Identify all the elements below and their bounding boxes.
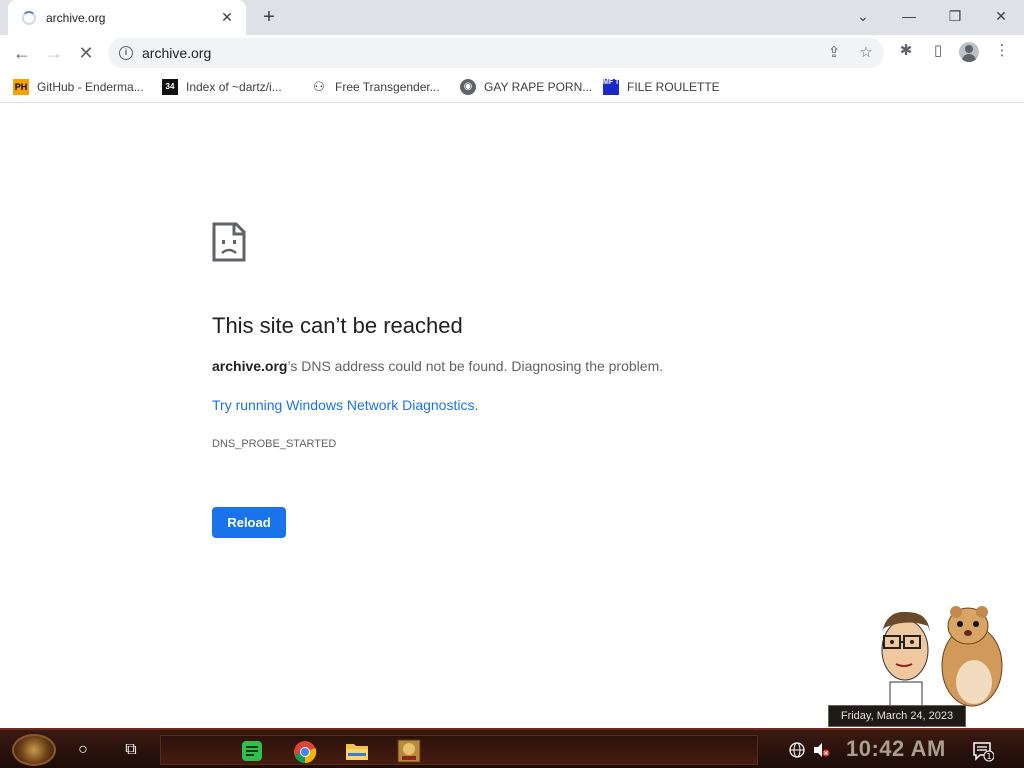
stop-loading-button[interactable]: ✕ (72, 39, 100, 67)
tab-strip: archive.org ✕ + ⌄ — ❐ ✕ (0, 0, 1024, 35)
menu-icon[interactable]: ⋮ (990, 39, 1014, 63)
sad-page-icon (212, 222, 246, 262)
volume-muted-icon[interactable] (812, 742, 830, 758)
link-suffix: . (474, 397, 479, 413)
index-icon: 34 (162, 79, 178, 95)
bookmark-label: FILE ROULETTE (627, 80, 720, 94)
file-explorer-icon[interactable] (345, 741, 369, 761)
file-roulette-icon: MF T (603, 79, 619, 95)
profile-avatar-icon[interactable] (959, 42, 979, 62)
network-diagnostics-link[interactable]: Try running Windows Network Diagnostics (212, 397, 474, 413)
ph-icon: PH (13, 79, 29, 95)
search-icon[interactable]: ○ (70, 738, 96, 762)
screen: archive.org ✕ + ⌄ — ❐ ✕ ← → ✕ i archive.… (0, 0, 1024, 768)
side-panel-icon[interactable]: ▯ (926, 39, 950, 63)
reload-button[interactable]: Reload (212, 507, 286, 538)
network-globe-icon[interactable] (789, 742, 805, 758)
taskbar-apps (160, 735, 758, 765)
notifications-icon[interactable]: 1 (972, 740, 994, 762)
bookmark-label: Free Transgender... (335, 80, 440, 94)
tab-title: archive.org (46, 10, 106, 25)
error-host: archive.org (212, 358, 288, 374)
bookmark-index[interactable]: 34 Index of ~dartz/i... (162, 77, 282, 97)
task-view-icon[interactable]: ⧉ (118, 738, 144, 762)
restore-button[interactable]: ❐ (935, 4, 975, 28)
new-tab-button[interactable]: + (256, 6, 282, 30)
url-text[interactable]: archive.org (142, 45, 211, 61)
bookmark-transgender[interactable]: ⚇ Free Transgender... (311, 77, 440, 97)
error-code: DNS_PROBE_STARTED (212, 438, 337, 450)
diagnostics-suggestion: Try running Windows Network Diagnostics. (212, 397, 478, 413)
error-title: This site can’t be reached (212, 313, 463, 338)
date-tooltip: Friday, March 24, 2023 (828, 705, 966, 727)
tab-close-icon[interactable]: ✕ (218, 9, 236, 26)
globe-icon: ◉ (460, 79, 476, 95)
browser-toolbar: ← → ✕ i archive.org ⇪ ☆ (0, 35, 1024, 71)
bookmarks-bar: PH GitHub - Enderma... 34 Index of ~dart… (0, 71, 1024, 103)
tab-search-button[interactable]: ⌄ (843, 4, 883, 28)
notification-count: 1 (986, 752, 991, 761)
site-info-icon[interactable]: i (119, 46, 133, 60)
tab-archive[interactable]: archive.org ✕ (8, 0, 246, 35)
bookmark-label: GitHub - Enderma... (37, 80, 144, 94)
notes-app-icon[interactable] (241, 740, 263, 762)
window-close-button[interactable]: ✕ (981, 4, 1021, 28)
desktop-mascots-image (881, 606, 1003, 710)
bookmark-label: GAY RAPE PORN... (484, 80, 593, 94)
clock[interactable]: 10:42 AM (846, 736, 946, 762)
bookmark-file-roulette[interactable]: MF T FILE ROULETTE (603, 77, 720, 97)
bookmark-globe[interactable]: ◉ GAY RAPE PORN... (460, 77, 592, 97)
start-button[interactable] (12, 734, 56, 766)
game-app-icon[interactable] (397, 739, 421, 763)
minimize-button[interactable]: — (889, 4, 929, 28)
chrome-icon[interactable] (293, 740, 317, 764)
bookmark-github[interactable]: PH GitHub - Enderma... (13, 77, 144, 97)
address-bar[interactable]: i archive.org ⇪ ☆ (108, 38, 884, 68)
transgender-icon: ⚇ (313, 79, 325, 94)
error-message-text: ’s DNS address could not be found. Diagn… (287, 358, 664, 374)
loading-spinner-icon (22, 10, 36, 25)
bookmark-label: Index of ~dartz/i... (186, 80, 282, 94)
back-button[interactable]: ← (8, 39, 36, 67)
forward-button[interactable]: → (40, 39, 68, 67)
error-message: archive.org’s DNS address could not be f… (212, 358, 663, 374)
share-icon[interactable]: ⇪ (824, 43, 844, 63)
extensions-icon[interactable]: ✱ (894, 39, 918, 63)
bookmark-star-icon[interactable]: ☆ (856, 43, 876, 63)
